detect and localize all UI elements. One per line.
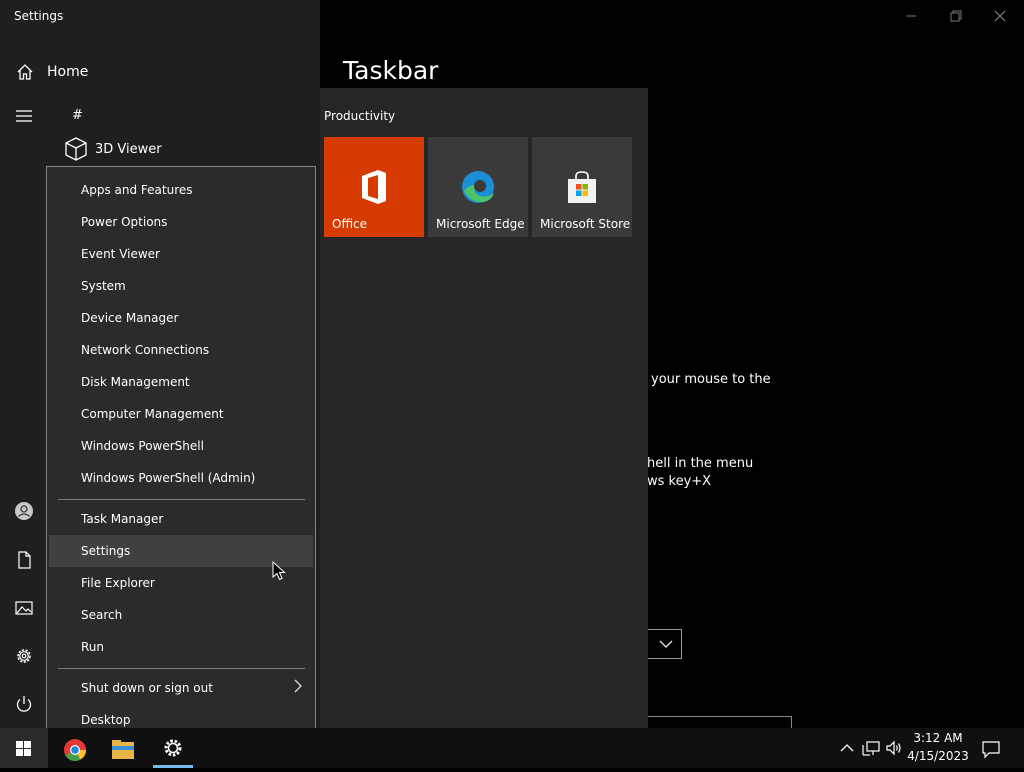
menu-item-shut-down-or-sign-out[interactable]: Shut down or sign out — [49, 672, 313, 704]
window-controls — [890, 0, 1024, 32]
chrome-icon — [64, 739, 86, 761]
menu-item-run[interactable]: Run — [49, 631, 313, 663]
start-menu-rail — [0, 88, 48, 728]
office-icon — [362, 170, 386, 204]
store-icon — [568, 171, 596, 203]
setting-description-3: ws key+X — [647, 474, 712, 489]
minimize-icon — [906, 15, 916, 17]
mouse-cursor-icon — [272, 561, 286, 581]
menu-separator — [58, 668, 305, 669]
settings-icon — [164, 739, 182, 757]
chevron-up-icon[interactable] — [838, 738, 856, 758]
network-icon[interactable] — [862, 738, 880, 758]
close-icon — [994, 10, 1006, 22]
pictures-icon[interactable] — [14, 598, 34, 618]
power-icon[interactable] — [14, 694, 34, 714]
file-explorer-icon — [112, 740, 134, 759]
document-icon[interactable] — [14, 550, 34, 570]
menu-item-device-manager[interactable]: Device Manager — [49, 302, 313, 334]
close-button[interactable] — [978, 0, 1022, 32]
menu-item-system[interactable]: System — [49, 270, 313, 302]
windows-logo-icon — [16, 741, 31, 756]
tile-label: Microsoft Edge — [436, 217, 525, 231]
minimize-button[interactable] — [890, 0, 934, 32]
clock-time[interactable]: 3:12 AM — [906, 731, 970, 745]
start-button[interactable] — [0, 728, 48, 768]
tile-label: Microsoft Store — [540, 217, 631, 231]
chevron-right-icon — [294, 679, 302, 693]
cube-icon — [65, 137, 87, 161]
page-title: Taskbar — [343, 56, 439, 85]
settings-dropdown[interactable] — [648, 629, 682, 659]
window-title: Settings — [14, 9, 64, 23]
winx-context-menu: Apps and Features Power Options Event Vi… — [46, 166, 316, 746]
tile-microsoft-store[interactable]: Microsoft Store — [532, 137, 632, 237]
user-icon[interactable] — [14, 501, 34, 521]
menu-item-task-manager[interactable]: Task Manager — [49, 503, 313, 535]
taskbar-file-explorer[interactable] — [99, 728, 147, 768]
menu-item-apps-and-features[interactable]: Apps and Features — [49, 174, 313, 206]
nav-home-label: Home — [47, 64, 89, 80]
menu-item-disk-management[interactable]: Disk Management — [49, 366, 313, 398]
volume-icon[interactable] — [885, 738, 903, 758]
home-icon — [17, 64, 33, 80]
edge-icon — [462, 171, 494, 203]
tile-group-label: Productivity — [324, 109, 396, 123]
app-list-group-header[interactable]: # — [72, 108, 83, 123]
maximize-button[interactable] — [934, 0, 978, 32]
restore-icon — [950, 10, 962, 22]
clock-date[interactable]: 4/15/2023 — [906, 749, 970, 763]
menu-item-windows-powershell[interactable]: Windows PowerShell — [49, 430, 313, 462]
setting-description-2: hell in the menu — [647, 456, 754, 471]
action-center-icon[interactable] — [980, 738, 1002, 760]
setting-description-1: your mouse to the — [651, 372, 771, 387]
tile-office[interactable]: Office — [324, 137, 424, 237]
menu-item-power-options[interactable]: Power Options — [49, 206, 313, 238]
settings-control-edge — [648, 716, 792, 728]
tile-label: Office — [332, 217, 368, 231]
menu-separator — [58, 499, 305, 500]
app-3d-viewer[interactable]: 3D Viewer — [95, 142, 162, 157]
tile-microsoft-edge[interactable]: Microsoft Edge — [428, 137, 528, 237]
menu-item-computer-management[interactable]: Computer Management — [49, 398, 313, 430]
gear-icon[interactable] — [14, 646, 34, 666]
hamburger-icon[interactable] — [14, 106, 34, 126]
taskbar-settings[interactable] — [149, 728, 197, 768]
taskbar-chrome[interactable] — [51, 728, 99, 768]
menu-item-search[interactable]: Search — [49, 599, 313, 631]
chevron-down-icon — [659, 640, 673, 648]
menu-item-windows-powershell-admin[interactable]: Windows PowerShell (Admin) — [49, 462, 313, 494]
menu-item-event-viewer[interactable]: Event Viewer — [49, 238, 313, 270]
menu-item-network-connections[interactable]: Network Connections — [49, 334, 313, 366]
